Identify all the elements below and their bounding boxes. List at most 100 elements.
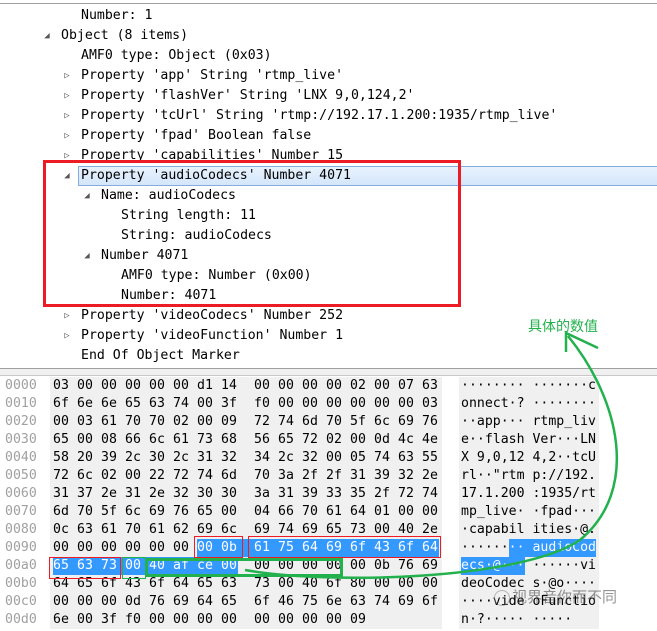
hex-byte[interactable]: 65 — [197, 503, 214, 521]
hex-byte[interactable]: 02 — [350, 377, 367, 395]
collapsed-triangle-icon[interactable]: ▷ — [61, 106, 73, 126]
hex-byte[interactable]: 61 — [101, 413, 118, 431]
hex-byte[interactable]: 00 — [125, 539, 142, 557]
ascii-text[interactable]: n·?····· ····· — [461, 611, 572, 629]
hex-byte[interactable]: 63 — [398, 449, 415, 467]
hex-byte[interactable]: 76 — [422, 413, 439, 431]
hex-byte[interactable]: 00 — [326, 449, 343, 467]
hex-byte[interactable]: 00 — [302, 611, 319, 629]
collapsed-triangle-icon[interactable]: ▷ — [61, 306, 73, 326]
hex-byte[interactable]: 70 — [302, 503, 319, 521]
hex-byte[interactable]: 6e — [326, 593, 343, 611]
ascii-text[interactable]: ecs·@··· ······vi — [461, 557, 596, 575]
hex-byte[interactable]: 72 — [173, 467, 190, 485]
hex-byte[interactable]: 00 — [326, 611, 343, 629]
hex-byte[interactable]: 4c — [398, 431, 415, 449]
hex-byte[interactable]: 2c — [173, 449, 190, 467]
hex-byte[interactable]: 73 — [197, 431, 214, 449]
hex-byte[interactable]: 00 — [77, 539, 94, 557]
hex-byte[interactable]: 65 — [221, 593, 238, 611]
hex-byte[interactable]: 65 — [125, 395, 142, 413]
hex-byte[interactable]: 00 — [149, 377, 166, 395]
hex-byte[interactable]: 65 — [197, 575, 214, 593]
hex-byte[interactable]: 5f — [101, 503, 118, 521]
hex-byte[interactable]: 70 — [326, 413, 343, 431]
hex-row[interactable]: 0040 58 20 39 2c 30 2c 31 32 34 2c 32 00 05 74 63 55 X 9,… — [0, 449, 657, 467]
hex-byte[interactable]: f0 — [125, 611, 142, 629]
hex-byte[interactable]: 70 — [125, 521, 142, 539]
hex-byte[interactable]: 00 — [101, 593, 118, 611]
tree-row[interactable]: ▷ Property 'flashVer' String 'LNX 9,0,124… — [0, 86, 657, 106]
hex-byte[interactable]: 03 — [422, 395, 439, 413]
hex-byte[interactable]: 0c — [53, 521, 70, 539]
ascii-text[interactable]: 17.1.200 :1935/rt — [461, 485, 596, 503]
hex-byte[interactable]: 68 — [221, 431, 238, 449]
hex-byte[interactable]: 72 — [254, 413, 271, 431]
pane-splitter[interactable] — [0, 368, 657, 376]
hex-byte[interactable]: 00 — [326, 377, 343, 395]
hex-byte[interactable]: 65 — [278, 431, 295, 449]
hex-byte[interactable]: 02 — [173, 413, 190, 431]
hex-row[interactable]: 0050 72 6c 02 00 22 72 74 6d 70 3a 2f 2f 31 39 32 2e rl··… — [0, 467, 657, 485]
hex-byte[interactable]: 6f — [53, 395, 70, 413]
hex-byte[interactable]: 2f — [326, 467, 343, 485]
hex-byte[interactable]: 65 — [53, 431, 70, 449]
hex-byte[interactable]: 2c — [278, 449, 295, 467]
hex-byte[interactable]: 30 — [197, 485, 214, 503]
hex-byte[interactable]: 70 — [125, 413, 142, 431]
hex-byte[interactable]: 00 — [221, 503, 238, 521]
hex-byte[interactable]: 5f — [350, 413, 367, 431]
hex-byte[interactable]: 74 — [374, 593, 391, 611]
hex-byte[interactable]: 32 — [173, 485, 190, 503]
hex-row[interactable]: 0000 03 00 00 00 00 00 d1 14 00 00 00 00 02 00 07 63 ····… — [0, 377, 657, 395]
ascii-text[interactable]: onnect·? ········ — [461, 395, 596, 413]
hex-byte[interactable]: 64 — [197, 593, 214, 611]
collapsed-triangle-icon[interactable]: ▷ — [61, 86, 73, 106]
hex-byte[interactable]: 00 — [149, 611, 166, 629]
hex-byte[interactable]: 00 — [278, 377, 295, 395]
hex-byte[interactable]: 6f — [326, 575, 343, 593]
hex-byte[interactable]: 34 — [254, 449, 271, 467]
hex-byte[interactable]: 20 — [77, 449, 94, 467]
hex-byte[interactable]: 00 — [398, 575, 415, 593]
hex-byte[interactable]: 32 — [302, 449, 319, 467]
hex-byte[interactable]: 3a — [278, 467, 295, 485]
hex-byte[interactable]: 73 — [254, 575, 271, 593]
hex-byte[interactable]: 09 — [350, 611, 367, 629]
hex-byte[interactable]: 74 — [374, 449, 391, 467]
collapsed-triangle-icon[interactable]: ▷ — [61, 126, 73, 146]
hex-byte[interactable]: 0d — [125, 593, 142, 611]
collapsed-triangle-icon[interactable]: ▷ — [61, 66, 73, 86]
hex-byte[interactable]: 63 — [149, 395, 166, 413]
hex-byte[interactable]: 31 — [350, 467, 367, 485]
hex-byte[interactable]: 6d — [53, 503, 70, 521]
hex-byte[interactable]: 00 — [422, 503, 439, 521]
hex-byte[interactable]: 35 — [350, 485, 367, 503]
hex-byte[interactable]: 3f — [101, 611, 118, 629]
hex-byte[interactable]: 01 — [374, 503, 391, 521]
ascii-text[interactable]: ·capabil ities·@. — [461, 521, 596, 539]
hex-byte[interactable]: 2e — [101, 485, 118, 503]
hex-byte[interactable]: 62 — [173, 521, 190, 539]
hex-byte[interactable]: 08 — [101, 431, 118, 449]
hex-byte[interactable]: 6e — [53, 611, 70, 629]
hex-row[interactable]: 0020 00 03 61 70 70 02 00 09 72 74 6d 70 5f 6c 69 76 ··ap… — [0, 413, 657, 431]
hex-byte[interactable]: 00 — [350, 395, 367, 413]
hex-byte[interactable]: 69 — [149, 503, 166, 521]
tree-row[interactable]: AMF0 type: Object (0x03) — [0, 46, 657, 66]
hex-row[interactable]: 0030 65 00 08 66 6c 61 73 68 56 65 72 02 00 0d 4c 4e e··f… — [0, 431, 657, 449]
expanded-triangle-icon[interactable]: ◢ — [41, 26, 53, 46]
hex-byte[interactable]: 30 — [221, 485, 238, 503]
tree-row[interactable]: Number: 1 — [0, 6, 657, 26]
hex-byte[interactable]: 02 — [326, 431, 343, 449]
hex-byte[interactable]: 3a — [254, 485, 271, 503]
hex-byte[interactable]: 75 — [302, 593, 319, 611]
hex-byte[interactable]: 55 — [422, 449, 439, 467]
hex-byte[interactable]: 00 — [173, 611, 190, 629]
hex-byte[interactable]: 00 — [398, 395, 415, 413]
hex-byte[interactable]: 3f — [221, 395, 238, 413]
hex-byte[interactable]: 22 — [149, 467, 166, 485]
hex-byte[interactable]: 74 — [422, 485, 439, 503]
hex-byte[interactable]: 00 — [197, 611, 214, 629]
hex-byte[interactable]: 07 — [398, 377, 415, 395]
